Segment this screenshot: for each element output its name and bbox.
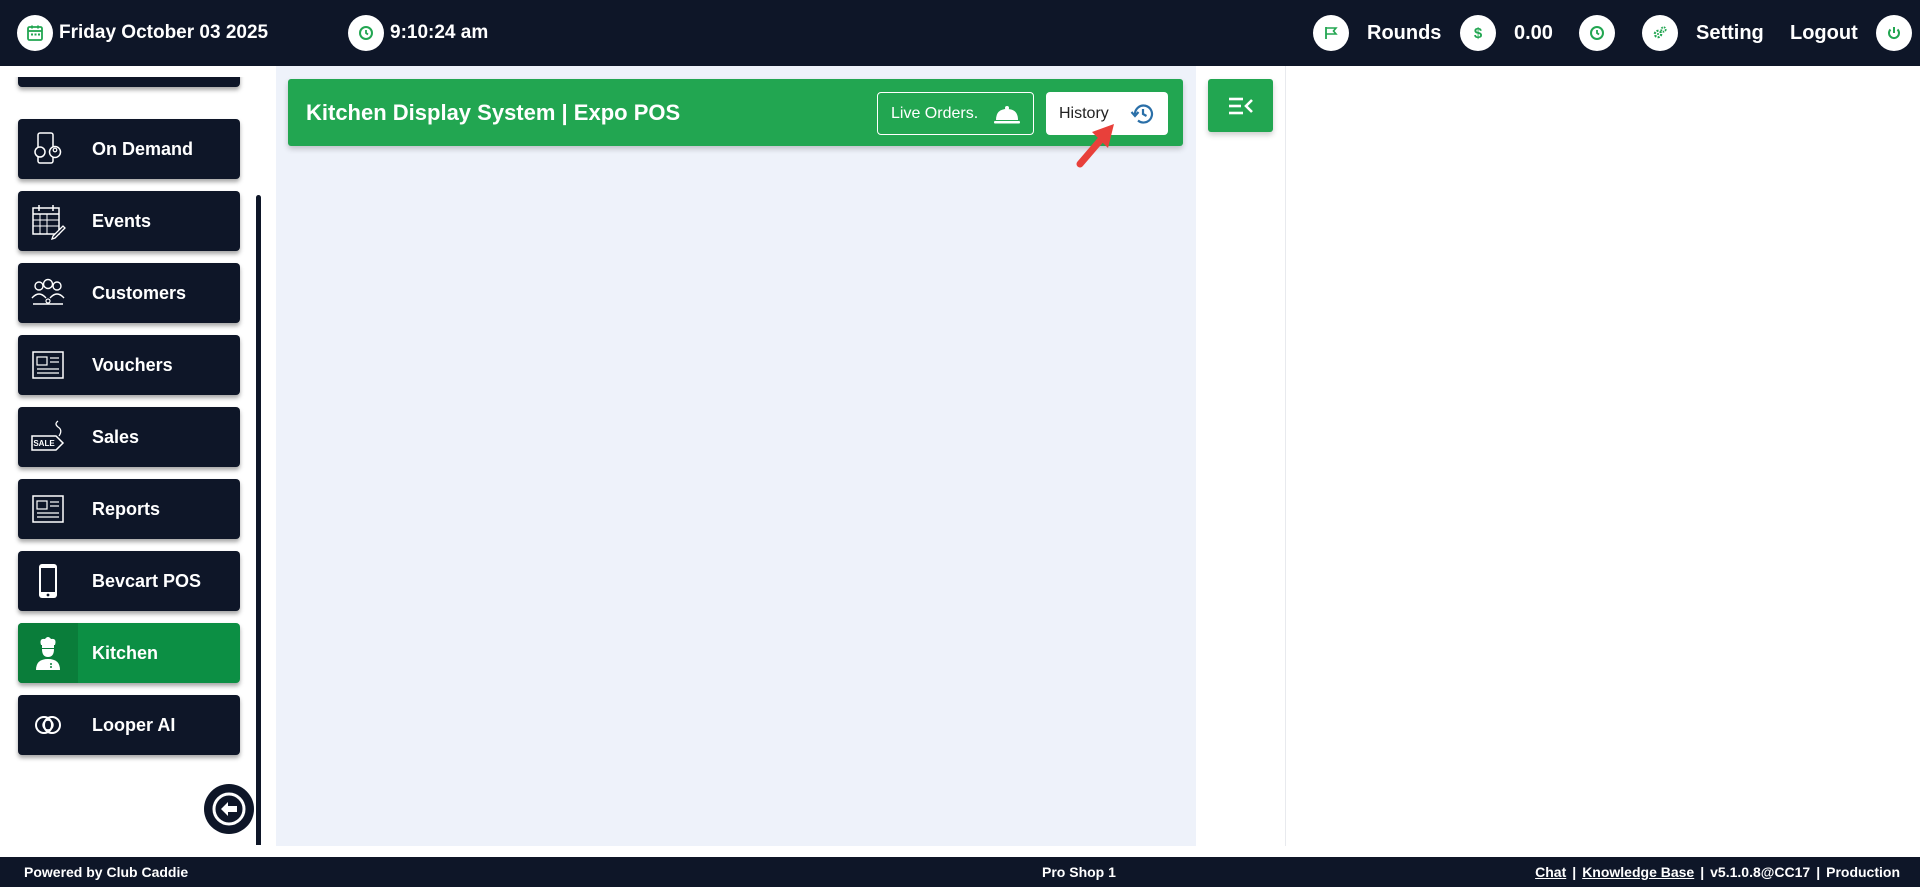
- sidebar-item-bevcart-pos[interactable]: Bevcart POS: [18, 551, 240, 611]
- sidebar-item-label: Events: [92, 210, 152, 231]
- report-icon: [18, 479, 78, 539]
- sidebar-item-label: On Demand: [92, 138, 194, 159]
- balance-value: 0.00: [1514, 21, 1553, 44]
- top-bar: Friday October 03 2025 9:10:24 am Rounds…: [0, 0, 1920, 66]
- back-button[interactable]: [204, 784, 254, 834]
- looper-icon: [18, 695, 78, 755]
- sidebar-item-events[interactable]: Events: [18, 191, 240, 251]
- location-label: Pro Shop 1: [1042, 864, 1116, 880]
- arrow-left-circle-icon: [212, 792, 246, 826]
- sidebar-item-on-demand[interactable]: On Demand: [18, 119, 240, 179]
- cloche-icon: [994, 106, 1020, 124]
- footer-links: Chat | Knowledge Base | v5.1.0.8@CC17 | …: [1535, 857, 1900, 887]
- clock-icon: [1579, 15, 1615, 51]
- phone-icon: [18, 551, 78, 611]
- time-text: 9:10:24 am: [390, 22, 489, 43]
- sidebar-item-label: Vouchers: [92, 354, 173, 375]
- chat-link[interactable]: Chat: [1535, 864, 1566, 880]
- logout-label: Logout: [1790, 21, 1858, 44]
- version-label: v5.1.0.8@CC17: [1710, 864, 1811, 880]
- voucher-icon: [18, 335, 78, 395]
- customers-icon: [18, 263, 78, 323]
- setting-label: Setting: [1696, 21, 1764, 44]
- clock-icon: [348, 15, 384, 51]
- calendar-icon: [17, 15, 53, 51]
- sidebar-item-label: Customers: [92, 282, 187, 303]
- sidebar-item-looper-ai[interactable]: Looper AI: [18, 695, 240, 755]
- sidebar-item-label: Bevcart POS: [92, 570, 202, 591]
- logout-button[interactable]: Logout: [1790, 0, 1912, 66]
- dollar-icon: $: [1460, 15, 1496, 51]
- calendar-icon: [18, 191, 78, 251]
- date-display: Friday October 03 2025: [17, 0, 268, 66]
- main-panel: [276, 66, 1196, 846]
- sidebar: On Demand Events Customers Vouchers SALE…: [10, 77, 264, 845]
- flag-icon: [1313, 15, 1349, 51]
- menu-collapse-icon: [1228, 97, 1253, 114]
- rounds-label: Rounds: [1367, 21, 1442, 44]
- sidebar-item-sales[interactable]: SALE Sales: [18, 407, 240, 467]
- setting-button[interactable]: Setting: [1642, 0, 1764, 66]
- kds-header: Kitchen Display System | Expo POS Live O…: [288, 79, 1183, 146]
- collapse-panel-button[interactable]: [1208, 79, 1273, 132]
- separator: |: [1816, 864, 1821, 880]
- display-icon: [18, 77, 78, 87]
- balance-display[interactable]: $ 0.00: [1460, 0, 1553, 66]
- sidebar-item-vouchers[interactable]: Vouchers: [18, 335, 240, 395]
- sidebar-item-reports[interactable]: Reports: [18, 479, 240, 539]
- separator: |: [1572, 864, 1577, 880]
- chef-icon: [18, 623, 78, 683]
- environment-label: Production: [1826, 864, 1900, 880]
- knowledge-base-link[interactable]: Knowledge Base: [1582, 864, 1694, 880]
- sidebar-item-label: Kitchen: [92, 642, 159, 663]
- right-column: [1196, 66, 1286, 846]
- svg-text:SALE: SALE: [33, 439, 55, 448]
- power-icon: [1875, 15, 1912, 51]
- sidebar-item-customers[interactable]: Customers: [18, 263, 240, 323]
- live-orders-label: Live Orders.: [891, 104, 979, 122]
- footer: Powered by Club Caddie Pro Shop 1 Chat |…: [0, 857, 1920, 887]
- sidebar-item-label: Sales: [92, 426, 140, 447]
- annotation-arrow-icon: [1076, 124, 1114, 168]
- sidebar-item-partial[interactable]: [18, 77, 240, 87]
- rounds-button[interactable]: Rounds: [1313, 0, 1441, 66]
- gears-icon: [1642, 15, 1678, 51]
- sidebar-item-kitchen[interactable]: Kitchen: [18, 623, 240, 683]
- separator: |: [1700, 864, 1705, 880]
- sidebar-item-label: Reports: [92, 498, 161, 519]
- clock-button[interactable]: [1579, 0, 1615, 66]
- live-orders-button[interactable]: Live Orders.: [877, 92, 1034, 135]
- sidebar-scrollbar[interactable]: [256, 195, 261, 845]
- svg-text:$: $: [1474, 25, 1483, 42]
- date-text: Friday October 03 2025: [59, 22, 269, 43]
- history-icon: [1130, 104, 1154, 124]
- sidebar-item-label: Looper AI: [92, 714, 176, 735]
- time-display: 9:10:24 am: [348, 0, 488, 66]
- sale-tag-icon: SALE: [18, 407, 78, 467]
- on-demand-icon: [18, 119, 78, 179]
- powered-by: Powered by Club Caddie: [24, 864, 189, 880]
- page-title: Kitchen Display System | Expo POS: [306, 99, 681, 125]
